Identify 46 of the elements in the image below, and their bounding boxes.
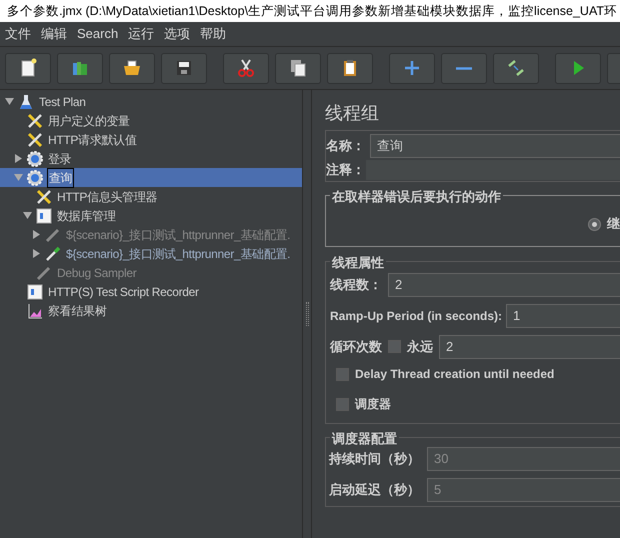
loop-count-field[interactable]: 2 <box>439 334 620 358</box>
tree-item-label: 用户定义的变量 <box>47 112 131 130</box>
tree-item-label: 查询 <box>47 168 74 188</box>
menu-item[interactable]: 文件 <box>0 24 36 44</box>
tree-item-label: 察看结果树 <box>47 302 108 320</box>
tree-item[interactable]: HTTP(S) Test Script Recorder <box>0 282 302 301</box>
tree-item[interactable]: HTTP请求默认值 <box>0 130 302 149</box>
menu-item[interactable]: 编辑 <box>36 24 72 44</box>
tree-item-label: ${scenario}_接口测试_httprunner_基础配置. <box>65 226 292 244</box>
tree-item-label: HTTP请求默认值 <box>47 132 138 148</box>
tree-item[interactable]: HTTP信息头管理器 <box>0 187 302 206</box>
name-field[interactable]: 查询 <box>370 134 620 158</box>
tree-item-label: Test Plan <box>38 94 87 110</box>
field-label: 注释： <box>326 161 366 180</box>
field-label: 线程数： <box>330 276 382 294</box>
field-label: Ramp-Up Period (in seconds): <box>330 308 502 324</box>
checkbox-label: 永远 <box>407 338 433 356</box>
threads-field[interactable]: 2 <box>388 272 620 296</box>
tree-item[interactable]: ${scenario}_接口测试_httprunner_基础配置. <box>0 244 302 263</box>
tree-item[interactable]: Test Plan <box>0 92 302 111</box>
radio-label: 继 <box>607 215 620 234</box>
tree-item-label: 登录 <box>47 150 72 168</box>
menu-item[interactable]: 运行 <box>123 24 160 44</box>
ramp-up-field[interactable]: 1 <box>506 304 620 328</box>
tree-item-label: HTTP信息头管理器 <box>56 188 158 206</box>
field-label: 持续时间（秒） <box>329 450 421 468</box>
section-legend: 在取样器错误后要执行的动作 <box>330 187 503 206</box>
tree-item-label: Debug Sampler <box>56 264 138 282</box>
window-title: 多个参数.jmx (D:\MyData\xietian1\Desktop\生产测试平台调用参数新增基础模块数据库，监控license_UAT环 <box>7 2 617 20</box>
tree-item[interactable]: 登录 <box>0 149 302 168</box>
field-label: 循环次数 <box>330 338 382 356</box>
tree-item-label: 数据库管理 <box>56 208 117 224</box>
panel-title: 线程组 <box>325 102 380 124</box>
checkbox-label: 调度器 <box>355 396 391 413</box>
menu-item[interactable]: Search <box>72 24 124 44</box>
tree-item[interactable]: 数据库管理 <box>0 206 302 225</box>
tree-item[interactable]: 查询 <box>0 168 302 187</box>
tree-item-label: ${scenario}_接口测试_httprunner_基础配置. <box>65 246 292 262</box>
field-label: 启动延迟（秒） <box>329 480 421 499</box>
menu-item[interactable]: 帮助 <box>195 24 232 44</box>
menu-item[interactable]: 选项 <box>159 24 196 44</box>
checkbox-label: Delay Thread creation until needed <box>355 366 554 383</box>
tree-item-label: HTTP(S) Test Script Recorder <box>47 284 200 300</box>
field-label: 名称： <box>326 137 366 156</box>
tree-item[interactable]: 察看结果树 <box>0 301 302 320</box>
tree-item[interactable]: 用户定义的变量 <box>0 111 302 130</box>
